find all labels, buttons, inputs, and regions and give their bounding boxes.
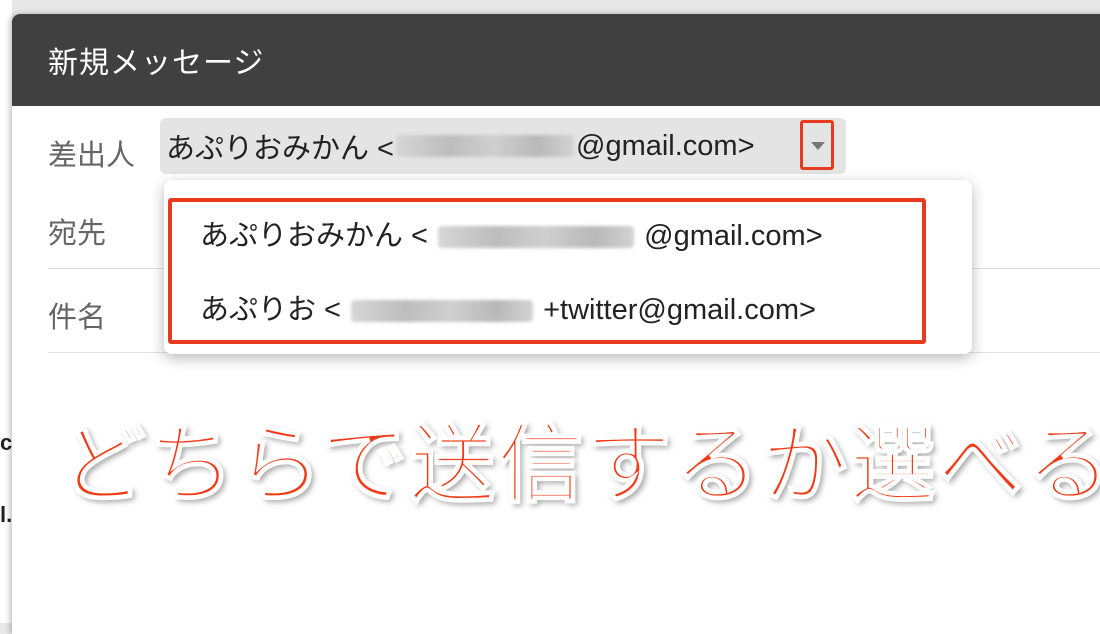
background-text: c [0, 430, 13, 455]
background-text: l. [0, 502, 13, 527]
from-row: 差出人 あぷりおみかん < @gmail.com> [48, 106, 1100, 184]
compose-title-bar[interactable]: 新規メッセージ [12, 14, 1100, 106]
to-label: 宛先 [48, 218, 107, 250]
option-domain: @gmail.com> [644, 220, 823, 252]
from-domain: @gmail.com> [576, 129, 755, 162]
compose-title: 新規メッセージ [48, 47, 265, 80]
from-selector[interactable]: あぷりおみかん < @gmail.com> [160, 118, 846, 174]
from-name: あぷりおみかん < [166, 133, 394, 165]
option-name: あぷりお < [200, 294, 341, 326]
from-dropdown-button[interactable] [800, 120, 834, 170]
background-email-list: c l. [0, 0, 12, 623]
blurred-address [438, 226, 635, 249]
from-label: 差出人 [48, 140, 136, 172]
compose-window: 新規メッセージ 差出人 あぷりおみかん < @gmail.com> 宛先 件名 … [12, 14, 1100, 634]
from-option-1[interactable]: あぷりおみかん < @gmail.com> [200, 212, 823, 254]
annotation-caption: どちらで送信するか選べる [59, 416, 1100, 514]
subject-label: 件名 [48, 302, 107, 334]
option-name: あぷりおみかん < [200, 220, 428, 252]
option-domain: +twitter@gmail.com> [543, 294, 816, 326]
from-dropdown-menu: あぷりおみかん < @gmail.com> あぷりお < +twitter@gm… [164, 180, 972, 354]
blurred-address [351, 300, 534, 323]
from-option-2[interactable]: あぷりお < +twitter@gmail.com> [200, 286, 816, 328]
blurred-address [396, 135, 574, 157]
caret-down-icon [811, 142, 825, 150]
